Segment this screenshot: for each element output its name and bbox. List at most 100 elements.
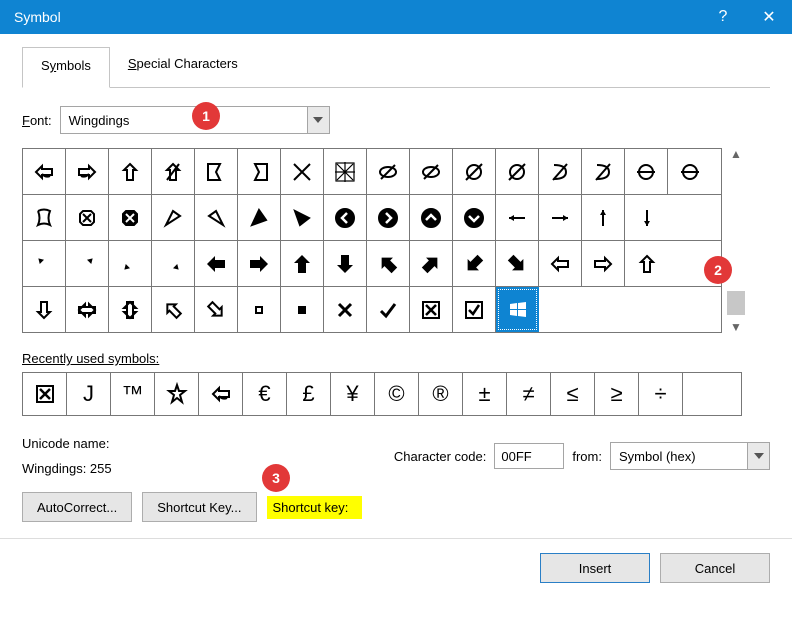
symbol-cell[interactable] — [367, 149, 410, 194]
title-bar: Symbol ? ✕ — [0, 0, 792, 34]
autocorrect-button[interactable]: AutoCorrect... — [22, 492, 132, 522]
recent-cell[interactable]: £ — [287, 373, 331, 415]
symbol-cell[interactable] — [496, 149, 539, 194]
recent-cell[interactable] — [199, 373, 243, 415]
symbol-cell[interactable] — [281, 241, 324, 286]
symbol-cell[interactable] — [410, 195, 453, 240]
symbol-cell[interactable] — [109, 195, 152, 240]
recent-label: Recently used symbols: — [22, 351, 770, 366]
symbol-cell[interactable] — [367, 287, 410, 332]
recent-cell[interactable]: © — [375, 373, 419, 415]
symbol-cell[interactable] — [324, 195, 367, 240]
symbol-cell[interactable] — [23, 195, 66, 240]
symbol-cell[interactable] — [668, 149, 711, 194]
symbol-cell[interactable] — [195, 287, 238, 332]
badge-3: 3 — [262, 464, 290, 492]
symbol-cell[interactable] — [625, 241, 668, 286]
scroll-up-icon[interactable]: ▲ — [730, 148, 742, 160]
recent-cell[interactable]: ± — [463, 373, 507, 415]
symbol-cell[interactable] — [281, 195, 324, 240]
symbol-cell[interactable]: ne x1="20" y1="12" x2="4" y2="12" stroke… — [109, 241, 152, 286]
recent-cell[interactable]: ≥ — [595, 373, 639, 415]
charcode-input[interactable] — [494, 443, 564, 469]
dialog-body: Symbols Special Characters Font: Wingdin… — [0, 34, 792, 538]
symbol-cell[interactable] — [238, 241, 281, 286]
scroll-down-icon[interactable]: ▼ — [730, 321, 742, 333]
badge-1: 1 — [192, 102, 220, 130]
symbol-cell[interactable] — [66, 149, 109, 194]
recent-cell[interactable]: ® — [419, 373, 463, 415]
symbol-cell[interactable] — [539, 241, 582, 286]
symbol-cell[interactable] — [453, 241, 496, 286]
help-button[interactable]: ? — [700, 0, 746, 34]
insert-button[interactable]: Insert — [540, 553, 650, 583]
scroll-thumb[interactable] — [727, 291, 745, 315]
symbol-cell[interactable] — [410, 287, 453, 332]
symbol-cell[interactable]: ne x1="20" y1="12" x2="4" y2="12" stroke… — [23, 241, 66, 286]
charcode-label: Character code: — [394, 449, 487, 464]
symbol-cell[interactable] — [582, 241, 625, 286]
symbol-cell[interactable] — [496, 195, 539, 240]
symbol-cell[interactable] — [453, 287, 496, 332]
unicode-row: Unicode name: Wingdings: 255 Character c… — [22, 436, 770, 476]
symbol-cell[interactable] — [367, 241, 410, 286]
symbol-cell[interactable] — [152, 287, 195, 332]
recent-cell[interactable]: J — [67, 373, 111, 415]
symbol-cell[interactable]: ne x1="20" y1="12" x2="4" y2="12" stroke… — [66, 241, 109, 286]
unicode-label: Unicode name: — [22, 436, 112, 451]
symbol-cell[interactable] — [238, 195, 281, 240]
recent-cell[interactable]: ≤ — [551, 373, 595, 415]
symbol-cell[interactable] — [238, 287, 281, 332]
close-button[interactable]: ✕ — [746, 0, 792, 34]
symbol-cell[interactable] — [625, 195, 668, 240]
symbol-cell[interactable] — [367, 195, 410, 240]
shortcut-key-button[interactable]: Shortcut Key... — [142, 492, 256, 522]
scrollbar[interactable]: ▲ ▼ — [726, 148, 746, 333]
symbol-cell[interactable] — [453, 195, 496, 240]
recent-cell[interactable]: ™ — [111, 373, 155, 415]
symbol-cell[interactable] — [324, 287, 367, 332]
recent-cell[interactable]: € — [243, 373, 287, 415]
symbol-cell[interactable] — [496, 241, 539, 286]
cancel-button[interactable]: Cancel — [660, 553, 770, 583]
symbol-cell[interactable] — [625, 149, 668, 194]
symbol-cell[interactable] — [152, 149, 195, 194]
symbol-cell[interactable] — [23, 149, 66, 194]
symbol-cell[interactable] — [195, 195, 238, 240]
symbol-cell[interactable] — [238, 149, 281, 194]
symbol-cell[interactable] — [539, 195, 582, 240]
symbol-cell[interactable] — [23, 287, 66, 332]
recent-cell[interactable]: ¥ — [331, 373, 375, 415]
recent-cell[interactable] — [155, 373, 199, 415]
symbol-cell[interactable]: ne x1="20" y1="12" x2="4" y2="12" stroke… — [152, 241, 195, 286]
symbol-cell[interactable] — [496, 287, 539, 332]
symbol-cell[interactable] — [281, 287, 324, 332]
symbol-cell[interactable] — [410, 149, 453, 194]
symbol-cell[interactable] — [410, 241, 453, 286]
symbol-cell[interactable] — [324, 149, 367, 194]
symbol-cell[interactable] — [195, 241, 238, 286]
recent-cell[interactable] — [23, 373, 67, 415]
dropdown-icon — [307, 107, 329, 133]
symbol-grid: ne x1="20" y1="12" x2="4" y2="12" stroke… — [22, 148, 722, 333]
recent-cell[interactable]: ÷ — [639, 373, 683, 415]
symbol-cell[interactable] — [109, 287, 152, 332]
symbol-cell[interactable] — [66, 287, 109, 332]
from-select[interactable]: Symbol (hex) — [610, 442, 770, 470]
symbol-cell[interactable] — [281, 149, 324, 194]
symbol-cell[interactable] — [66, 195, 109, 240]
symbol-cell[interactable] — [152, 195, 195, 240]
symbol-cell[interactable] — [539, 149, 582, 194]
symbol-cell[interactable] — [582, 149, 625, 194]
symbol-cell[interactable] — [109, 149, 152, 194]
tab-symbols[interactable]: Symbols — [22, 47, 110, 88]
symbol-cell[interactable] — [453, 149, 496, 194]
recent-symbols: J™ €£¥©®±≠≤≥÷ — [22, 372, 742, 416]
symbol-cell[interactable] — [195, 149, 238, 194]
symbol-cell[interactable] — [324, 241, 367, 286]
tab-strip: Symbols Special Characters — [22, 46, 770, 88]
tab-special-characters[interactable]: Special Characters — [110, 46, 256, 87]
symbol-cell[interactable] — [582, 195, 625, 240]
unicode-value: Wingdings: 255 — [22, 461, 112, 476]
recent-cell[interactable]: ≠ — [507, 373, 551, 415]
